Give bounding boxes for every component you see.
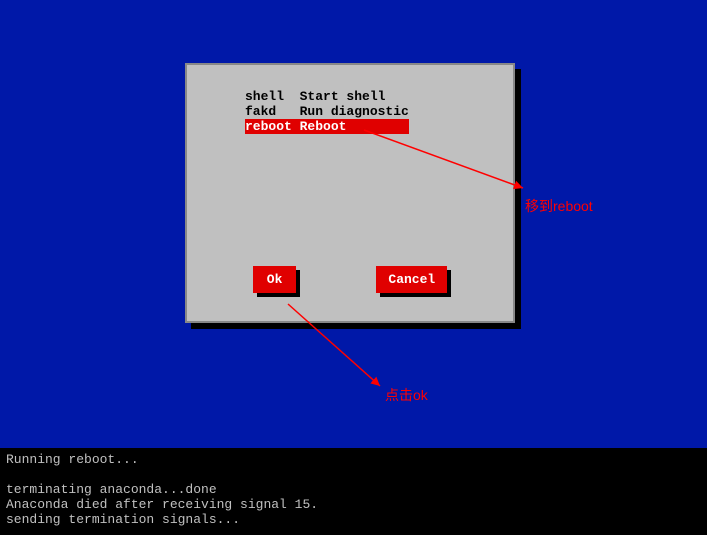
installer-background: shell Start shell fakd Run diagnostic re…	[0, 0, 707, 448]
cancel-button[interactable]: Cancel	[376, 266, 447, 293]
button-row: Ok Cancel	[187, 266, 513, 293]
annotation-ok: 点击ok	[385, 385, 428, 405]
terminal-output: Running reboot... terminating anaconda..…	[0, 448, 707, 535]
ok-button[interactable]: Ok	[253, 266, 297, 293]
annotation-reboot: 移到reboot	[525, 196, 593, 216]
menu-item-shell[interactable]: shell Start shell	[245, 89, 409, 104]
menu-item-fakd[interactable]: fakd Run diagnostic	[245, 104, 409, 119]
menu-item-reboot[interactable]: reboot Reboot	[245, 119, 409, 134]
dialog-box: shell Start shell fakd Run diagnostic re…	[185, 63, 515, 323]
menu-list: shell Start shell fakd Run diagnostic re…	[245, 89, 409, 134]
